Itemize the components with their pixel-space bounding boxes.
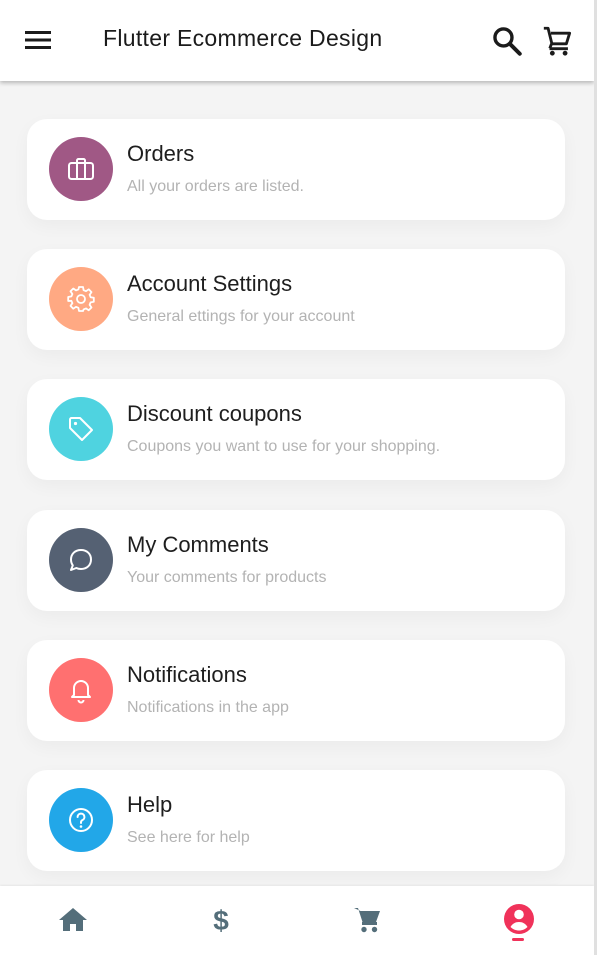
nav-profile[interactable] — [499, 900, 539, 941]
svg-text:$: $ — [213, 905, 229, 936]
menu-item-subtitle: All your orders are listed. — [127, 178, 304, 195]
icon-circle — [49, 658, 113, 722]
menu-item-subtitle: Notifications in the app — [127, 699, 289, 716]
home-icon — [59, 908, 87, 931]
tag-icon — [69, 417, 93, 441]
icon-circle — [49, 397, 113, 461]
menu-item-subtitle: See here for help — [127, 829, 250, 846]
icon-circle — [49, 788, 113, 852]
account-circle-icon — [504, 904, 534, 934]
active-indicator — [512, 938, 524, 941]
bell-icon — [71, 680, 91, 704]
menu-item-orders[interactable]: Orders All your orders are listed. — [27, 119, 565, 220]
nav-deals[interactable]: $ — [201, 900, 241, 940]
menu-item-notifications[interactable]: Notifications Notifications in the app — [27, 640, 565, 741]
menu-item-subtitle: Coupons you want to use for your shoppin… — [127, 438, 441, 455]
dollar-icon: $ — [213, 905, 229, 936]
bottom-navigation: $ — [0, 886, 594, 955]
cart-icon — [354, 908, 380, 933]
cart-icon — [543, 26, 572, 56]
icon-circle — [49, 528, 113, 592]
chat-bubble-icon — [70, 549, 92, 571]
menu-item-account-settings[interactable]: Account Settings General ettings for you… — [27, 249, 565, 350]
nav-cart[interactable] — [349, 900, 389, 940]
help-circle-icon — [69, 808, 93, 832]
menu-item-subtitle: General ettings for your account — [127, 308, 355, 325]
menu-item-my-comments[interactable]: My Comments Your comments for products — [27, 510, 565, 611]
menu-icon — [25, 31, 51, 49]
briefcase-icon — [68, 158, 94, 180]
menu-item-title: Discount coupons — [127, 401, 302, 426]
menu-item-subtitle: Your comments for products — [127, 569, 327, 586]
menu-item-title: Orders — [127, 141, 195, 166]
nav-home[interactable] — [53, 900, 93, 940]
menu-item-help[interactable]: Help See here for help — [27, 770, 565, 871]
menu-item-title: My Comments — [127, 532, 269, 557]
cart-button[interactable] — [540, 24, 576, 58]
gear-icon — [67, 286, 95, 312]
menu-item-title: Account Settings — [127, 271, 293, 296]
app-screen: Flutter Ecommerce Design Orders All your… — [0, 0, 597, 955]
menu-item-discount-coupons[interactable]: Discount coupons Coupons you want to use… — [27, 379, 565, 480]
icon-circle — [49, 137, 113, 201]
icon-circle — [49, 267, 113, 331]
app-title: Flutter Ecommerce Design — [103, 25, 383, 51]
menu-item-title: Help — [127, 792, 173, 817]
search-button[interactable] — [490, 24, 524, 58]
menu-button[interactable] — [22, 26, 56, 54]
menu-item-title: Notifications — [127, 662, 247, 687]
app-bar: Flutter Ecommerce Design — [0, 0, 594, 81]
search-icon — [493, 27, 522, 56]
